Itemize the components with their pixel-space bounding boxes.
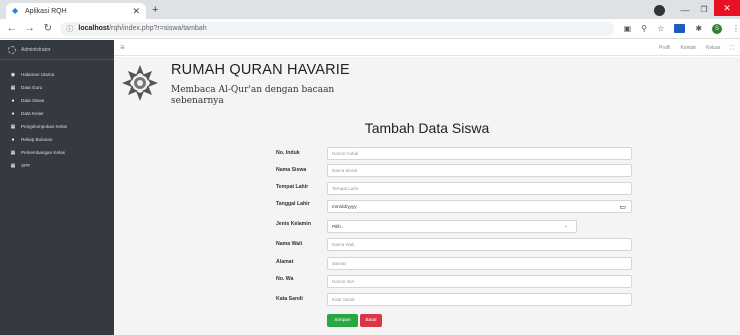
- bookmark-star-icon[interactable]: ☆: [657, 24, 664, 33]
- sidebar-user-name: Administrator: [21, 46, 51, 53]
- cancel-button[interactable]: Batal: [360, 314, 382, 327]
- alamat-input[interactable]: alamat: [327, 257, 632, 270]
- translate-icon[interactable]: ▣: [624, 24, 632, 33]
- menu-dots-icon[interactable]: ⋮: [732, 24, 740, 33]
- placeholder-text: Kata Sandi: [332, 297, 355, 302]
- url-host: localhost: [78, 25, 110, 32]
- sidebar-item-label: Pengelompokan Kelas: [21, 124, 67, 129]
- chevron-down-icon: ⌄: [563, 223, 568, 229]
- sidebar-item-label: Perkembangan Kelas: [21, 150, 65, 155]
- fullscreen-icon[interactable]: ⛶: [730, 45, 734, 51]
- forward-icon[interactable]: →: [23, 23, 36, 34]
- back-icon[interactable]: ←: [5, 23, 18, 34]
- sidebar-item-label: Data Guru: [21, 85, 43, 90]
- sidebar-item-rekap-bulanan[interactable]: ● Rekap Bulanan: [0, 133, 114, 146]
- close-window-icon[interactable]: ✕: [714, 0, 740, 16]
- site-favicon-icon: ◆: [12, 6, 19, 15]
- field-label: Tempat Lahir: [276, 184, 309, 190]
- minimize-icon[interactable]: —: [678, 2, 692, 17]
- placeholder-text: Nomor WA: [332, 279, 355, 284]
- table-icon: ▦: [10, 149, 16, 156]
- no-induk-input[interactable]: Nomor Induk: [327, 147, 632, 160]
- nama-siswa-input[interactable]: Nama Murid: [327, 164, 632, 177]
- sidebar-item-pengelompokan-kelas[interactable]: ▦ Pengelompokan Kelas: [0, 120, 114, 133]
- top-navbar: ≡ Profil Kontak Keluar ⛶: [114, 40, 740, 56]
- field-label: Nama Siswa: [276, 167, 307, 173]
- nav-link-kontak[interactable]: Kontak: [680, 45, 696, 51]
- sidebar-item-label: Rekap Bulanan: [21, 137, 53, 142]
- field-label: Jenis Kelamin: [276, 221, 311, 227]
- field-label: No. Induk: [276, 150, 300, 156]
- placeholder-text: Nama Murid: [332, 168, 358, 173]
- no-wa-input[interactable]: Nomor WA: [327, 275, 632, 288]
- site-tagline: Membaca Al-Qur'an dengan bacaan sebenarn…: [171, 85, 335, 106]
- info-icon: ●: [11, 136, 15, 143]
- tempat-lahir-input[interactable]: Tempat Lahir: [327, 182, 632, 195]
- reload-icon[interactable]: ↻: [41, 23, 54, 34]
- extensions-puzzle-icon[interactable]: ✱: [695, 24, 702, 33]
- nav-link-profil[interactable]: Profil: [659, 45, 670, 51]
- save-button[interactable]: Simpan: [327, 314, 358, 327]
- tab-title: Aplikasi RQH: [25, 7, 67, 15]
- sidebar-item-label: Data Siswa: [21, 98, 45, 103]
- placeholder-text: mm/dd/yyyy: [332, 204, 357, 209]
- nama-wali-input[interactable]: Nama Wali: [327, 238, 632, 251]
- sidebar-item-data-kelas[interactable]: ♦ Data Kelas: [0, 107, 114, 120]
- main-content: Tambah Data Siswa No. Induk Nomor Induk …: [114, 119, 740, 335]
- placeholder-text: alamat: [332, 261, 346, 266]
- site-title: RUMAH QURAN HAVARIE: [171, 62, 350, 78]
- dashboard-icon: ◉: [10, 71, 16, 78]
- hamburger-menu-icon[interactable]: ≡: [120, 43, 125, 52]
- table-icon: ▦: [10, 123, 16, 130]
- avatar: [8, 45, 16, 54]
- site-info-icon[interactable]: ⓘ: [66, 24, 73, 34]
- user-icon: ●: [11, 97, 15, 104]
- sidebar-item-data-guru[interactable]: ▦ Data Guru: [0, 81, 114, 94]
- page-title: Tambah Data Siswa: [364, 120, 490, 136]
- field-label: No. Wa: [276, 276, 294, 282]
- sidebar-item-label: Data Kelas: [21, 111, 44, 116]
- top-nav-links: Profil Kontak Keluar ⛶: [659, 45, 734, 51]
- table-icon: ▦: [10, 84, 16, 91]
- browser-tabstrip: ◆ Aplikasi RQH ✕ + — ❐ ✕: [0, 0, 740, 19]
- zoom-icon[interactable]: ⚲: [641, 24, 647, 33]
- sidebar-item-label: SPP: [21, 163, 31, 168]
- pin-icon: ♦: [11, 110, 15, 117]
- table-icon: ▦: [10, 162, 16, 169]
- browser-toolbar: ← → ↻ ⓘ localhost /rqh/index.php?r=siswa…: [0, 19, 740, 39]
- site-logo: [122, 65, 158, 101]
- address-bar[interactable]: ⓘ localhost /rqh/index.php?r=siswa/tamba…: [60, 21, 614, 36]
- selected-value: Pilih..: [332, 224, 344, 229]
- site-banner: RUMAH QURAN HAVARIE Membaca Al-Qur'an de…: [114, 57, 740, 119]
- field-label: Tanggal Lahir: [276, 201, 310, 207]
- url-path: /rqh/index.php?r=siswa/tambah: [109, 25, 207, 32]
- nav-link-keluar[interactable]: Keluar: [706, 45, 720, 51]
- close-tab-icon[interactable]: ✕: [132, 6, 140, 17]
- sidebar: Administrator ◉ Halaman Utama ▦ Data Gur…: [0, 40, 114, 335]
- sidebar-item-spp[interactable]: ▦ SPP: [0, 159, 114, 172]
- maximize-icon[interactable]: ❐: [697, 2, 711, 17]
- placeholder-text: Nomor Induk: [332, 151, 359, 156]
- field-label: Kata Sandi: [276, 296, 303, 302]
- profile-icon[interactable]: [654, 5, 665, 16]
- field-label: Nama Wali: [276, 241, 303, 247]
- kata-sandi-input[interactable]: Kata Sandi: [327, 293, 632, 306]
- browser-tab[interactable]: ◆ Aplikasi RQH ✕: [6, 3, 146, 19]
- tanggal-lahir-date-input[interactable]: mm/dd/yyyy ▭: [327, 200, 632, 213]
- sidebar-item-perkembangan-kelas[interactable]: ▦ Perkembangan Kelas: [0, 146, 114, 159]
- sidebar-item-label: Halaman Utama: [21, 72, 55, 77]
- placeholder-text: Nama Wali: [332, 242, 355, 247]
- new-tab-icon[interactable]: +: [152, 3, 158, 17]
- sidebar-user[interactable]: Administrator: [0, 40, 114, 60]
- jenis-kelamin-select[interactable]: Pilih.. ⌄: [327, 220, 577, 233]
- sidebar-item-data-siswa[interactable]: ● Data Siswa: [0, 94, 114, 107]
- field-label: Alamat: [276, 259, 294, 265]
- sidebar-menu: ◉ Halaman Utama ▦ Data Guru ● Data Siswa…: [0, 60, 114, 172]
- extension-icon[interactable]: [674, 24, 686, 33]
- placeholder-text: Tempat Lahir: [332, 186, 359, 191]
- calendar-icon[interactable]: ▭: [619, 203, 626, 211]
- sidebar-item-halaman-utama[interactable]: ◉ Halaman Utama: [0, 68, 114, 81]
- account-icon[interactable]: S: [712, 23, 723, 34]
